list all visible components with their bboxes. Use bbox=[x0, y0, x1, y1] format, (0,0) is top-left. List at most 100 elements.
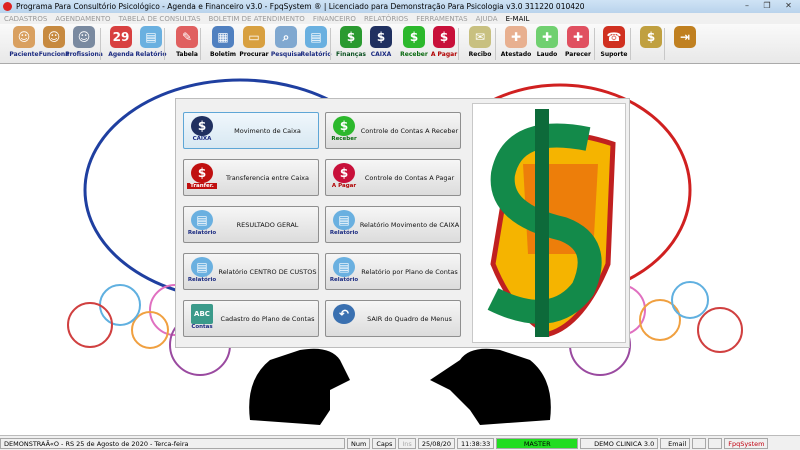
toolbar-button-a-pagar[interactable]: $ A Pagar bbox=[428, 26, 460, 58]
toolbar-separator bbox=[630, 28, 631, 60]
toolbar-button-parecer[interactable]: ✚ Parecer bbox=[562, 26, 594, 58]
button-icon-caption: Relatório bbox=[329, 276, 359, 283]
toolbar-button-tabela[interactable]: ✎ Tabela bbox=[171, 26, 203, 58]
menu-cadastros[interactable]: CADASTROS bbox=[4, 15, 47, 23]
menu-agendamento[interactable]: AGENDAMENTO bbox=[55, 15, 110, 23]
menu-button-relat-rio-por-plano-de-contas[interactable]: ▤ Relatório Relatório por Plano de Contas bbox=[325, 253, 461, 290]
app-icon bbox=[3, 2, 12, 11]
menu-relat-rios[interactable]: RELATÓRIOS bbox=[364, 15, 408, 23]
menu-button-resultado-geral[interactable]: ▤ Relatório RESULTADO GERAL bbox=[183, 206, 319, 243]
window-title: Programa Para Consultório Psicológico - … bbox=[16, 2, 585, 11]
toolbar-button-extra-[interactable]: ⇥ bbox=[669, 26, 701, 51]
toolbar-button-extra-[interactable]: $ bbox=[635, 26, 667, 51]
laudo-icon: ✚ bbox=[536, 26, 558, 48]
caixa-icon: $ CAIXA bbox=[187, 115, 217, 146]
button-label: Cadastro do Plano de Contas bbox=[220, 314, 315, 323]
toolbar-button-recibo[interactable]: ✉ Recibo bbox=[464, 26, 496, 58]
boletim-icon: ▦ bbox=[212, 26, 234, 48]
num-lock-indicator: Num bbox=[347, 437, 371, 449]
finan-as-icon: $ bbox=[340, 26, 362, 48]
status-time: 11:38:33 bbox=[457, 437, 495, 449]
recibo-icon: ✉ bbox=[469, 26, 491, 48]
tool-icon: ⇥ bbox=[674, 26, 696, 48]
menu-ferramentas[interactable]: FERRAMENTAS bbox=[416, 15, 467, 23]
title-bar: Programa Para Consultório Psicológico - … bbox=[0, 0, 800, 13]
menu-button-relat-rio-centro-de-custos[interactable]: ▤ Relatório Relatório CENTRO DE CUSTOS bbox=[183, 253, 319, 290]
button-label: Controle do Contas A Pagar bbox=[364, 173, 455, 182]
printer-icon[interactable] bbox=[692, 437, 707, 449]
menu-button-relat-rio-movimento-de-caixa[interactable]: ▤ Relatório Relatório Movimento de CAIXA bbox=[325, 206, 461, 243]
caixa-icon: $ bbox=[370, 26, 392, 48]
toolbar-button-relat-rio[interactable]: ▤ Relatório bbox=[135, 26, 167, 58]
toolbar-separator bbox=[594, 28, 595, 60]
toolbar-button-profissiona[interactable]: ☺ Profissiona bbox=[65, 26, 103, 58]
relat-rio-icon: ▤ Relatório bbox=[187, 209, 217, 240]
a-pagar-icon: $ A Pagar bbox=[329, 162, 359, 193]
menu-bar: CADASTROS AGENDAMENTO TABELA DE CONSULTAS B… bbox=[0, 13, 800, 24]
menu-boletim-de-atendimento[interactable]: BOLETIM DE ATENDIMENTO bbox=[209, 15, 305, 23]
dollar-shield-logo bbox=[472, 103, 626, 343]
menu-button-movimento-de-caixa[interactable]: $ CAIXA Movimento de Caixa bbox=[183, 112, 319, 149]
toolbar-button-relat-rio[interactable]: ▤ Relatório bbox=[300, 26, 332, 58]
toolbar-separator bbox=[495, 28, 496, 60]
button-label: Relatório Movimento de CAIXA bbox=[359, 220, 460, 229]
button-icon-caption: Relatório bbox=[187, 276, 217, 283]
menu-email[interactable]: E-MAIL bbox=[506, 15, 530, 23]
menu-financeiro[interactable]: FINANCEIRO bbox=[313, 15, 356, 23]
relat-rio-icon: ▤ bbox=[305, 26, 327, 48]
suporte-icon: ☎ bbox=[603, 26, 625, 48]
procurar-icon: ▭ bbox=[243, 26, 265, 48]
relat-rio-icon: ▤ Relatório bbox=[329, 256, 359, 287]
button-label: Relatório CENTRO DE CUSTOS bbox=[218, 267, 317, 276]
button-label: Relatório por Plano de Contas bbox=[361, 267, 458, 276]
user-indicator: MASTER bbox=[496, 437, 579, 449]
button-icon-caption: CAIXA bbox=[192, 135, 212, 142]
toolbar: ☺ Paciente ☺ Funciona ☺ Profissiona 29 Agenda ▤ R… bbox=[0, 24, 800, 64]
menu-tabela-de-consultas[interactable]: TABELA DE CONSULTAS bbox=[119, 15, 201, 23]
tabela-icon: ✎ bbox=[176, 26, 198, 48]
financial-menu-panel: $ CAIXA Movimento de Caixa $ Receber Controle… bbox=[175, 98, 630, 348]
contas-icon: ABC Contas bbox=[187, 303, 217, 334]
button-label: SAIR do Quadro de Menus bbox=[367, 314, 452, 323]
toolbar-separator bbox=[200, 28, 201, 60]
button-icon-caption: Relatório bbox=[187, 229, 217, 236]
toolbar-button-suporte[interactable]: ☎ Suporte bbox=[598, 26, 630, 58]
menu-button-controle-do-contas-a-pagar[interactable]: $ A Pagar Controle do Contas A Pagar bbox=[325, 159, 461, 196]
paciente-icon: ☺ bbox=[13, 26, 35, 48]
computer-icon[interactable] bbox=[708, 437, 723, 449]
minimize-button[interactable]: – bbox=[737, 0, 757, 12]
pesquisa-icon: ⌕ bbox=[275, 26, 297, 48]
relat-rio-icon: ▤ bbox=[140, 26, 162, 48]
brand-label: FpqSystem bbox=[724, 437, 769, 449]
button-icon-caption: Tranfer. bbox=[187, 182, 217, 189]
menu-button-controle-do-contas-a-receber[interactable]: $ Receber Controle do Contas A Receber bbox=[325, 112, 461, 149]
button-icon-caption: Relatório bbox=[329, 229, 359, 236]
button-label: Movimento de Caixa bbox=[234, 126, 301, 135]
agenda-icon: 29 bbox=[110, 26, 132, 48]
status-bar: DEMONSTRAÃ«O - RS 25 de Agosto de 2020 -… bbox=[0, 435, 800, 450]
receber-icon: $ bbox=[403, 26, 425, 48]
button-icon-caption: Receber bbox=[331, 135, 357, 142]
status-date: 25/08/20 bbox=[417, 437, 456, 449]
toolbar-separator bbox=[164, 28, 165, 60]
menu-button-transferencia-entre-caixa[interactable]: $ Tranfer. Transferencia entre Caixa bbox=[183, 159, 319, 196]
funciona-icon: ☺ bbox=[43, 26, 65, 48]
button-label: Transferencia entre Caixa bbox=[226, 173, 309, 182]
status-date-text: DEMONSTRAÃ«O - RS 25 de Agosto de 2020 -… bbox=[0, 437, 345, 449]
maximize-button[interactable]: ❐ bbox=[757, 0, 777, 12]
insert-indicator: Ins bbox=[398, 437, 416, 449]
atestado-icon: ✚ bbox=[505, 26, 527, 48]
toolbar-separator bbox=[458, 28, 459, 60]
button-label: Controle do Contas A Receber bbox=[360, 126, 459, 135]
close-button[interactable]: ✕ bbox=[777, 0, 800, 12]
tranfer--icon: $ Tranfer. bbox=[187, 162, 217, 193]
toolbar-separator bbox=[100, 28, 101, 60]
menu-ajuda[interactable]: AJUDA bbox=[476, 15, 498, 23]
caps-lock-indicator: Caps bbox=[372, 437, 397, 449]
button-icon-caption: A Pagar bbox=[331, 182, 357, 189]
a-pagar-icon: $ bbox=[433, 26, 455, 48]
email-status[interactable]: Email bbox=[660, 437, 691, 449]
menu-button-sair-do-quadro-de-menus[interactable]: ↶ SAIR do Quadro de Menus bbox=[325, 300, 461, 337]
toolbar-separator bbox=[664, 28, 665, 60]
menu-button-cadastro-do-plano-de-contas[interactable]: ABC Contas Cadastro do Plano de Contas bbox=[183, 300, 319, 337]
